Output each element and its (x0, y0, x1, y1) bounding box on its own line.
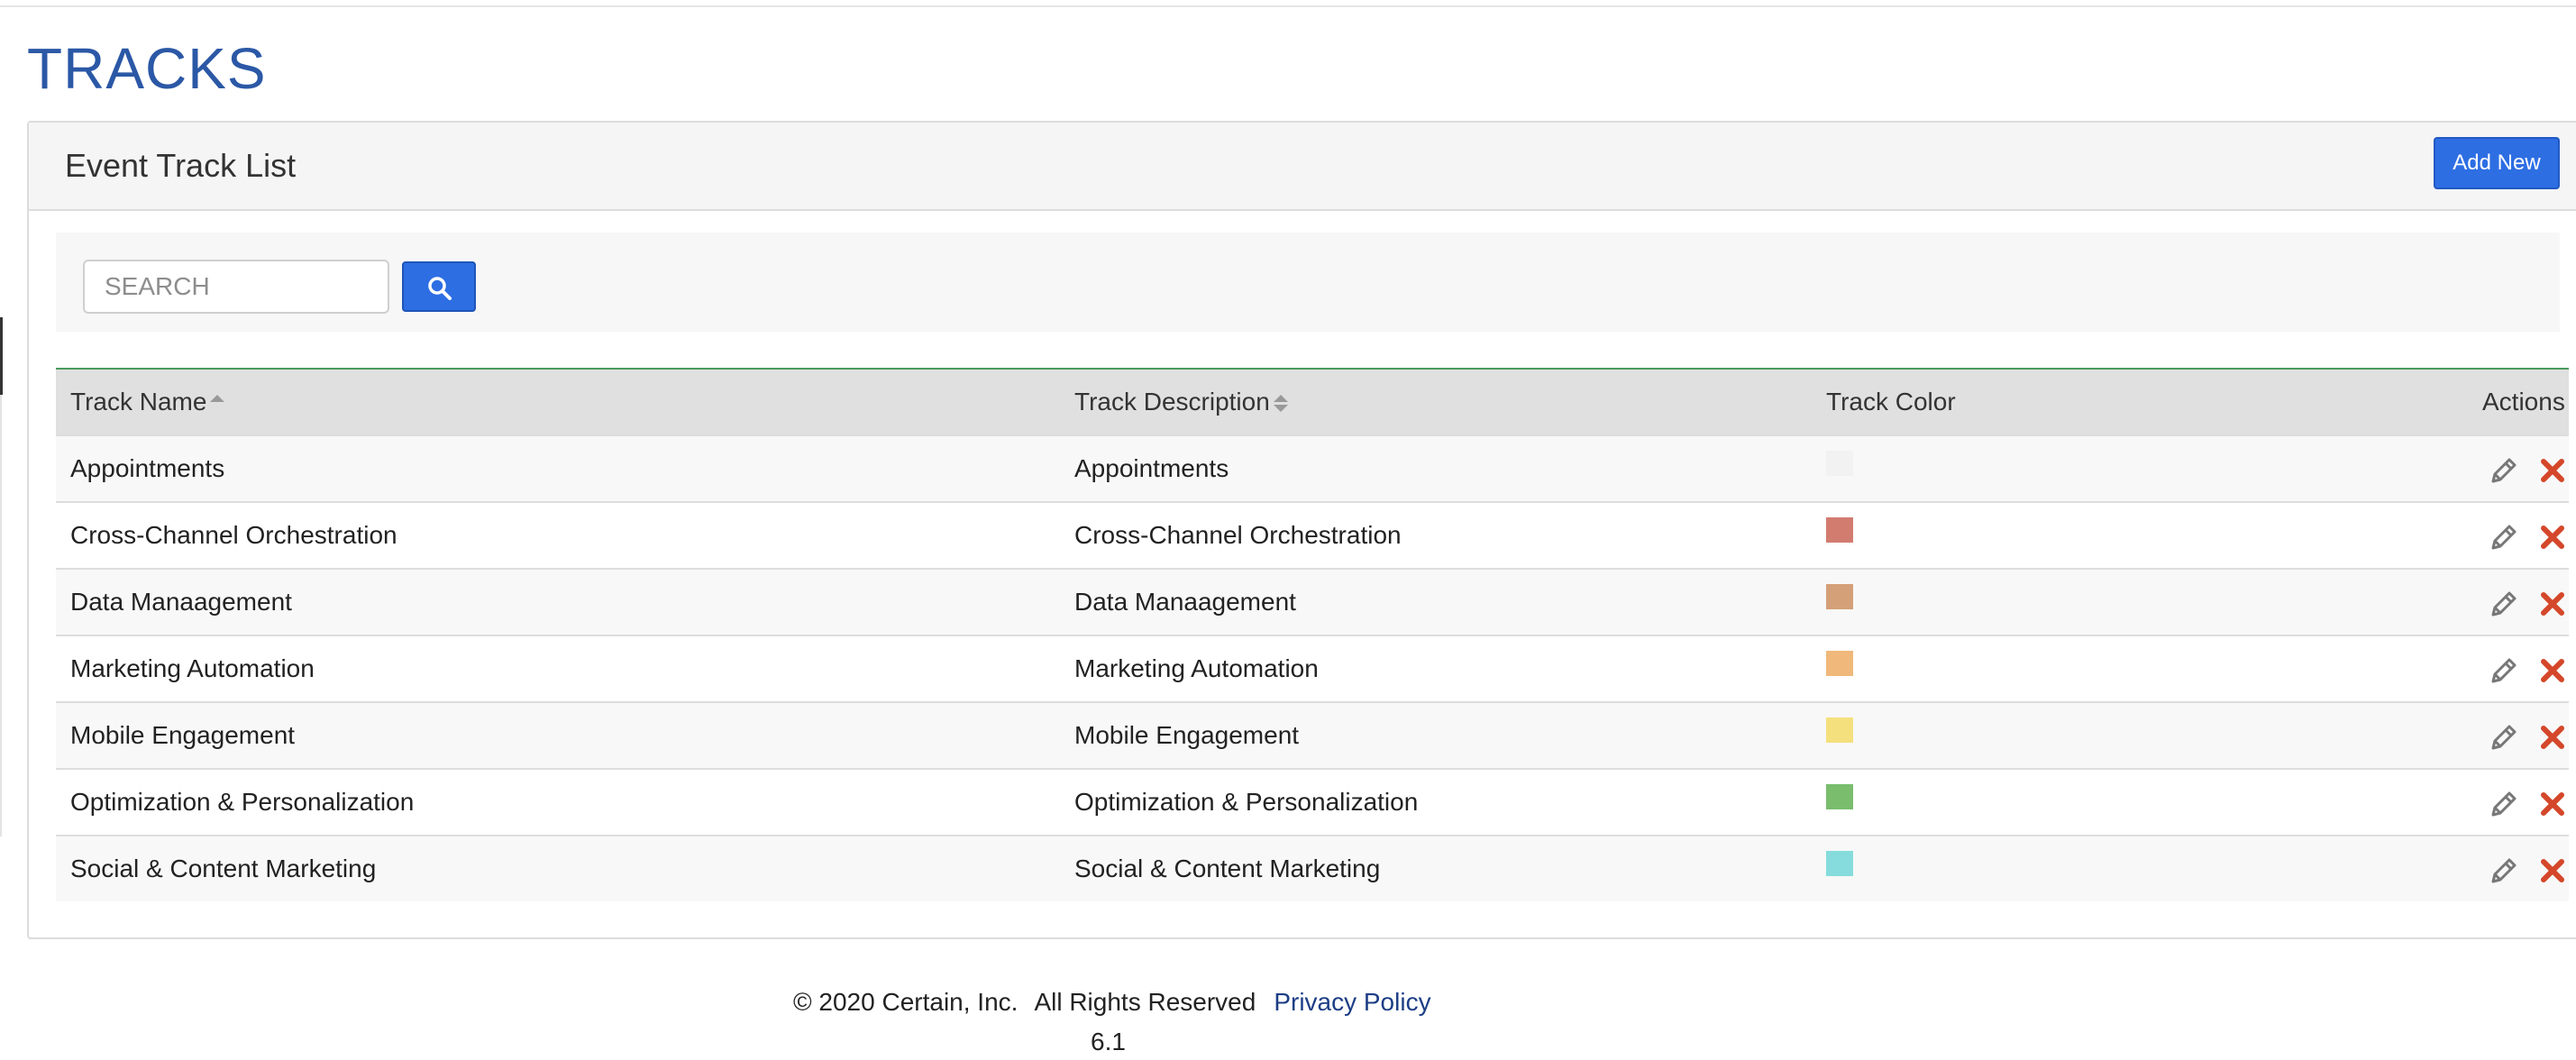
side-divider (0, 395, 2, 836)
track-description-cell: Marketing Automation (1074, 654, 1319, 682)
track-list-panel: Event Track List Add New Track Name Trac… (27, 121, 2576, 939)
track-description-cell: Data Manaagement (1074, 588, 1296, 616)
track-description-cell: Cross-Channel Orchestration (1074, 521, 1402, 549)
table-row: Appointments Appointments (56, 434, 2569, 501)
delete-button[interactable] (2536, 588, 2569, 620)
close-icon (2541, 859, 2564, 882)
version-text: 6.1 (1091, 1028, 1126, 1055)
edit-button[interactable] (2488, 454, 2520, 487)
delete-button[interactable] (2536, 521, 2569, 553)
table-row: Social & Content Marketing Social & Conte… (56, 835, 2569, 901)
add-new-button[interactable]: Add New (2434, 137, 2560, 189)
track-name-cell: Appointments (70, 454, 225, 482)
edit-button[interactable] (2488, 521, 2520, 553)
table-row: Marketing Automation Marketing Automation (56, 635, 2569, 701)
track-description-header[interactable]: Track Description (1074, 370, 1288, 434)
search-input[interactable] (83, 260, 389, 314)
search-icon (428, 277, 452, 300)
close-icon (2541, 659, 2564, 682)
close-icon (2541, 726, 2564, 749)
delete-button[interactable] (2536, 854, 2569, 887)
pencil-icon (2491, 458, 2517, 483)
track-name-cell: Data Manaagement (70, 588, 292, 616)
delete-button[interactable] (2536, 788, 2569, 820)
delete-button[interactable] (2536, 454, 2569, 487)
edit-button[interactable] (2488, 721, 2520, 754)
side-panel-tab[interactable] (0, 317, 3, 395)
edit-button[interactable] (2488, 654, 2520, 687)
table-header-row: Track Name Track Description Track Color… (56, 370, 2569, 434)
table-row: Mobile Engagement Mobile Engagement (56, 701, 2569, 768)
pencil-icon (2491, 525, 2517, 550)
track-color-swatch (1826, 451, 1853, 476)
pencil-icon (2491, 591, 2517, 617)
track-name-cell: Mobile Engagement (70, 721, 296, 749)
sort-icon (1273, 393, 1288, 415)
track-color-swatch (1826, 851, 1853, 876)
pencil-icon (2491, 791, 2517, 817)
close-icon (2541, 792, 2564, 816)
table-body: Appointments Appointments Cross-Channel Or… (56, 434, 2569, 901)
track-name-cell: Cross-Channel Orchestration (70, 521, 397, 549)
edit-button[interactable] (2488, 788, 2520, 820)
footer: © 2020 Certain, Inc. All Rights Reserved P… (793, 984, 1431, 1020)
track-name-header-label: Track Name (70, 388, 207, 416)
pencil-icon (2491, 658, 2517, 683)
track-color-swatch (1826, 784, 1853, 809)
track-table: Track Name Track Description Track Color… (56, 368, 2569, 901)
close-icon (2541, 459, 2564, 482)
search-bar (56, 233, 2560, 332)
track-color-swatch (1826, 717, 1853, 743)
page-title: TRACKS (27, 36, 267, 101)
search-button[interactable] (402, 261, 476, 312)
track-name-cell: Optimization & Personalization (70, 788, 415, 816)
track-description-cell: Appointments (1074, 454, 1229, 482)
track-color-swatch (1826, 651, 1853, 676)
rights-text: All Rights Reserved (1034, 988, 1256, 1016)
track-description-cell: Social & Content Marketing (1074, 854, 1381, 882)
edit-button[interactable] (2488, 854, 2520, 887)
track-color-swatch (1826, 517, 1853, 543)
track-description-header-label: Track Description (1074, 388, 1270, 416)
track-description-cell: Optimization & Personalization (1074, 788, 1419, 816)
delete-button[interactable] (2536, 654, 2569, 687)
pencil-icon (2491, 858, 2517, 883)
edit-button[interactable] (2488, 588, 2520, 620)
close-icon (2541, 525, 2564, 549)
track-name-header[interactable]: Track Name (70, 370, 225, 434)
track-color-header: Track Color (1826, 388, 1956, 416)
track-description-cell: Mobile Engagement (1074, 721, 1300, 749)
close-icon (2541, 592, 2564, 616)
panel-header: Event Track List Add New (29, 123, 2576, 211)
panel-title: Event Track List (65, 147, 297, 184)
copyright-text: © 2020 Certain, Inc. (793, 988, 1019, 1016)
sort-ascending-icon (210, 393, 225, 415)
delete-button[interactable] (2536, 721, 2569, 754)
top-divider (0, 5, 2576, 7)
track-color-swatch (1826, 584, 1853, 609)
table-row: Cross-Channel Orchestration Cross-Channel… (56, 501, 2569, 568)
table-row: Data Manaagement Data Manaagement (56, 568, 2569, 635)
actions-header: Actions (2482, 388, 2565, 416)
privacy-policy-link[interactable]: Privacy Policy (1274, 988, 1430, 1016)
pencil-icon (2491, 725, 2517, 750)
table-row: Optimization & Personalization Optimizati… (56, 768, 2569, 835)
track-name-cell: Social & Content Marketing (70, 854, 377, 882)
track-name-cell: Marketing Automation (70, 654, 315, 682)
